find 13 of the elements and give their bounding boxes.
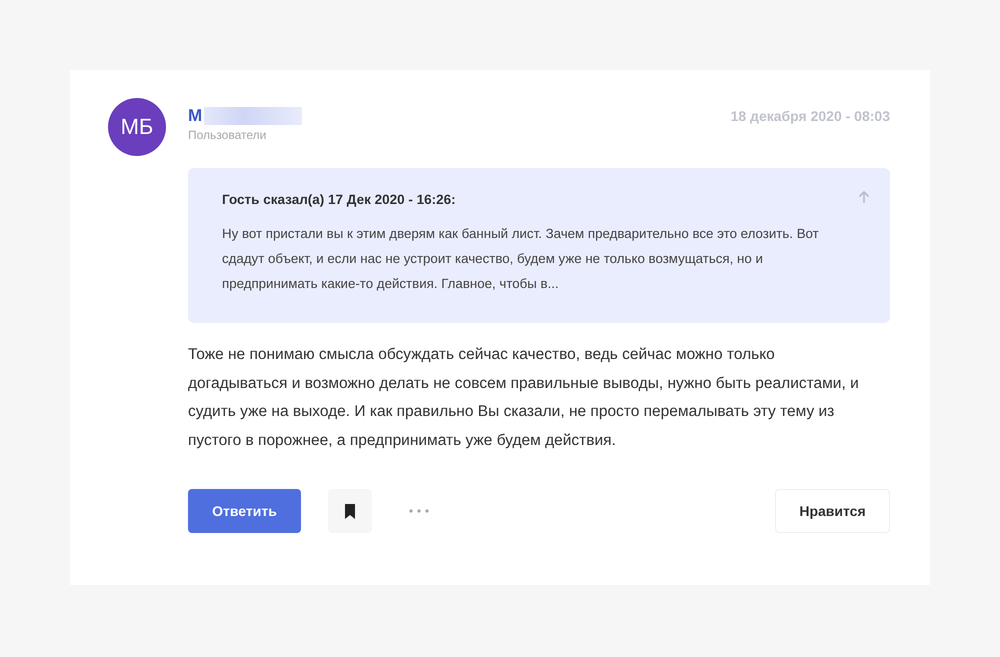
more-icon[interactable] (409, 509, 429, 513)
reply-button[interactable]: Ответить (188, 489, 301, 533)
arrow-up-icon[interactable] (858, 190, 870, 204)
author-name[interactable]: М (188, 106, 202, 126)
user-group: Пользователи (188, 128, 302, 142)
like-button[interactable]: Нравится (775, 489, 890, 533)
quote-header: Гость сказал(а) 17 Дек 2020 - 16:26: (222, 192, 457, 207)
bookmark-button[interactable] (328, 489, 372, 533)
post-text: Тоже не понимаю смысла обсуждать сейчас качество, ведь сейчас можно только догадываться и возможно делать не совсем правильные выводы, нужно быть реалистами, и судить уже на выходе. И как правильно Вы сказали, не просто перемалывать эту тему из пустого в порожнее, а предпринимать уже будем действия. (188, 345, 860, 450)
quote-text: Ну вот пристали вы к этим дверям как банный лист. Зачем предварительно все это елозить. Вот сдадут объект, и если нас не устроит качество, будем уже не только возмущаться, но и предпринимать какие-то действия. Главное, чтобы в... (222, 225, 820, 293)
post-date: 18 декабря 2020 - 08:03 (730, 108, 890, 124)
avatar: МБ (108, 98, 166, 156)
bookmark-icon (344, 504, 356, 518)
